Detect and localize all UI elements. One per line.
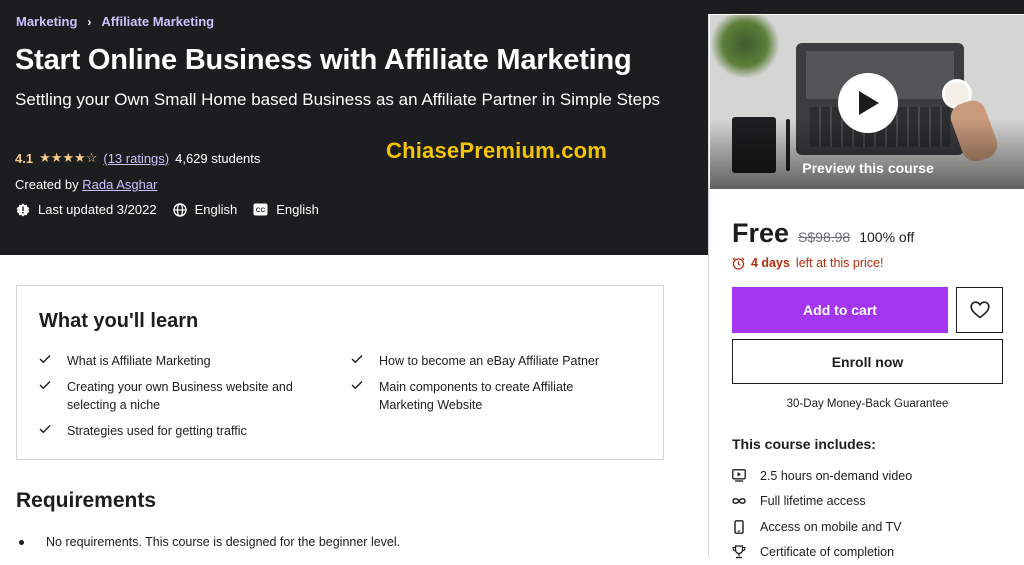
includes-item: 2.5 hours on-demand video (732, 463, 912, 489)
includes-item: Full lifetime access (732, 489, 912, 515)
language: English (173, 202, 238, 217)
learn-item: Main components to create Affiliate Mark… (351, 378, 631, 414)
add-to-cart-button[interactable]: Add to cart (732, 287, 948, 333)
current-price: Free (732, 218, 789, 249)
svg-text:CC: CC (256, 207, 266, 214)
alarm-clock-icon (732, 257, 745, 270)
play-button[interactable] (838, 73, 898, 133)
last-updated: Last updated 3/2022 (16, 202, 157, 217)
breadcrumb-item-marketing[interactable]: Marketing (16, 14, 77, 29)
check-icon (351, 354, 363, 364)
includes-item-label: 2.5 hours on-demand video (760, 469, 912, 483)
includes-item-label: Full lifetime access (760, 494, 866, 508)
money-back-guarantee: 30-Day Money-Back Guarantee (732, 398, 1003, 410)
globe-icon (173, 203, 187, 217)
learn-item-text: What is Affiliate Marketing (67, 352, 211, 370)
trophy-icon (732, 545, 746, 559)
wishlist-button[interactable] (956, 287, 1003, 333)
discount-percent: 100% off (859, 229, 914, 245)
price-row: Free S$98.98 100% off (732, 218, 914, 249)
check-icon (39, 424, 51, 434)
what-you-learn-box: What you'll learn What is Affiliate Mark… (16, 285, 664, 460)
captions-text: English (276, 202, 319, 217)
infinity-icon (732, 496, 746, 506)
requirement-text: No requirements. This course is designed… (46, 535, 400, 549)
play-icon (855, 89, 881, 117)
timer-days: 4 days (751, 256, 790, 270)
requirement-item: No requirements. This course is designed… (16, 535, 400, 549)
includes-title: This course includes: (732, 436, 876, 452)
created-by-label: Created by (15, 177, 79, 192)
ratings-count-link[interactable]: (13 ratings) (103, 151, 169, 166)
learn-list-right: How to become an eBay Affiliate Patner M… (351, 352, 631, 422)
created-by: Created by Rada Asghar (15, 177, 157, 192)
learn-item: Creating your own Business website and s… (39, 378, 319, 414)
watermark: ChiasePremium.com (386, 138, 607, 164)
closed-captions-icon: CC (253, 203, 268, 216)
check-icon (39, 380, 51, 390)
alert-badge-icon (16, 203, 30, 217)
includes-item: Access on mobile and TV (732, 514, 912, 540)
check-icon (351, 380, 363, 390)
preview-label[interactable]: Preview this course (710, 160, 1024, 176)
heart-icon (970, 301, 990, 319)
what-you-learn-title: What you'll learn (39, 310, 198, 333)
learn-item-text: Strategies used for getting traffic (67, 422, 247, 440)
course-preview[interactable]: Preview this course (709, 14, 1024, 190)
timer-text: left at this price! (796, 256, 884, 270)
course-meta: Last updated 3/2022 English CC English (16, 202, 319, 217)
purchase-sidebar: Preview this course Free S$98.98 100% of… (708, 14, 1024, 556)
requirements-title: Requirements (16, 489, 156, 513)
learn-item: How to become an eBay Affiliate Patner (351, 352, 631, 370)
price-timer: 4 days left at this price! (732, 256, 883, 270)
includes-item: Certificate of completion (732, 540, 912, 565)
enroll-now-button[interactable]: Enroll now (732, 339, 1003, 384)
original-price: S$98.98 (798, 229, 850, 245)
learn-item-text: Main components to create Affiliate Mark… (379, 378, 631, 414)
learn-item-text: Creating your own Business website and s… (67, 378, 319, 414)
language-text: English (195, 202, 238, 217)
breadcrumb-item-affiliate-marketing[interactable]: Affiliate Marketing (101, 14, 214, 29)
plant-image (710, 14, 780, 79)
star-rating-icon: ★★★★☆ (39, 150, 97, 166)
mobile-icon (732, 520, 746, 534)
last-updated-text: Last updated 3/2022 (38, 202, 157, 217)
students-count: 4,629 students (175, 151, 260, 166)
instructor-link[interactable]: Rada Asghar (82, 177, 157, 192)
breadcrumb: Marketing › Affiliate Marketing (16, 14, 214, 29)
video-icon (732, 469, 746, 482)
includes-list: 2.5 hours on-demand video Full lifetime … (732, 463, 912, 565)
requirements-list: No requirements. This course is designed… (16, 535, 400, 549)
course-title: Start Online Business with Affiliate Mar… (15, 44, 695, 77)
learn-item-text: How to become an eBay Affiliate Patner (379, 352, 599, 370)
rating-row: 4.1 ★★★★☆ (13 ratings) 4,629 students (15, 150, 260, 166)
learn-item: What is Affiliate Marketing (39, 352, 319, 370)
course-subtitle: Settling your Own Small Home based Busin… (15, 88, 675, 112)
captions: CC English (253, 202, 319, 217)
includes-item-label: Access on mobile and TV (760, 520, 902, 534)
learn-list-left: What is Affiliate Marketing Creating you… (39, 352, 319, 448)
bullet-icon (19, 540, 24, 545)
breadcrumb-separator: › (87, 15, 91, 29)
learn-item: Strategies used for getting traffic (39, 422, 319, 440)
rating-value: 4.1 (15, 151, 33, 166)
includes-item-label: Certificate of completion (760, 545, 894, 559)
check-icon (39, 354, 51, 364)
